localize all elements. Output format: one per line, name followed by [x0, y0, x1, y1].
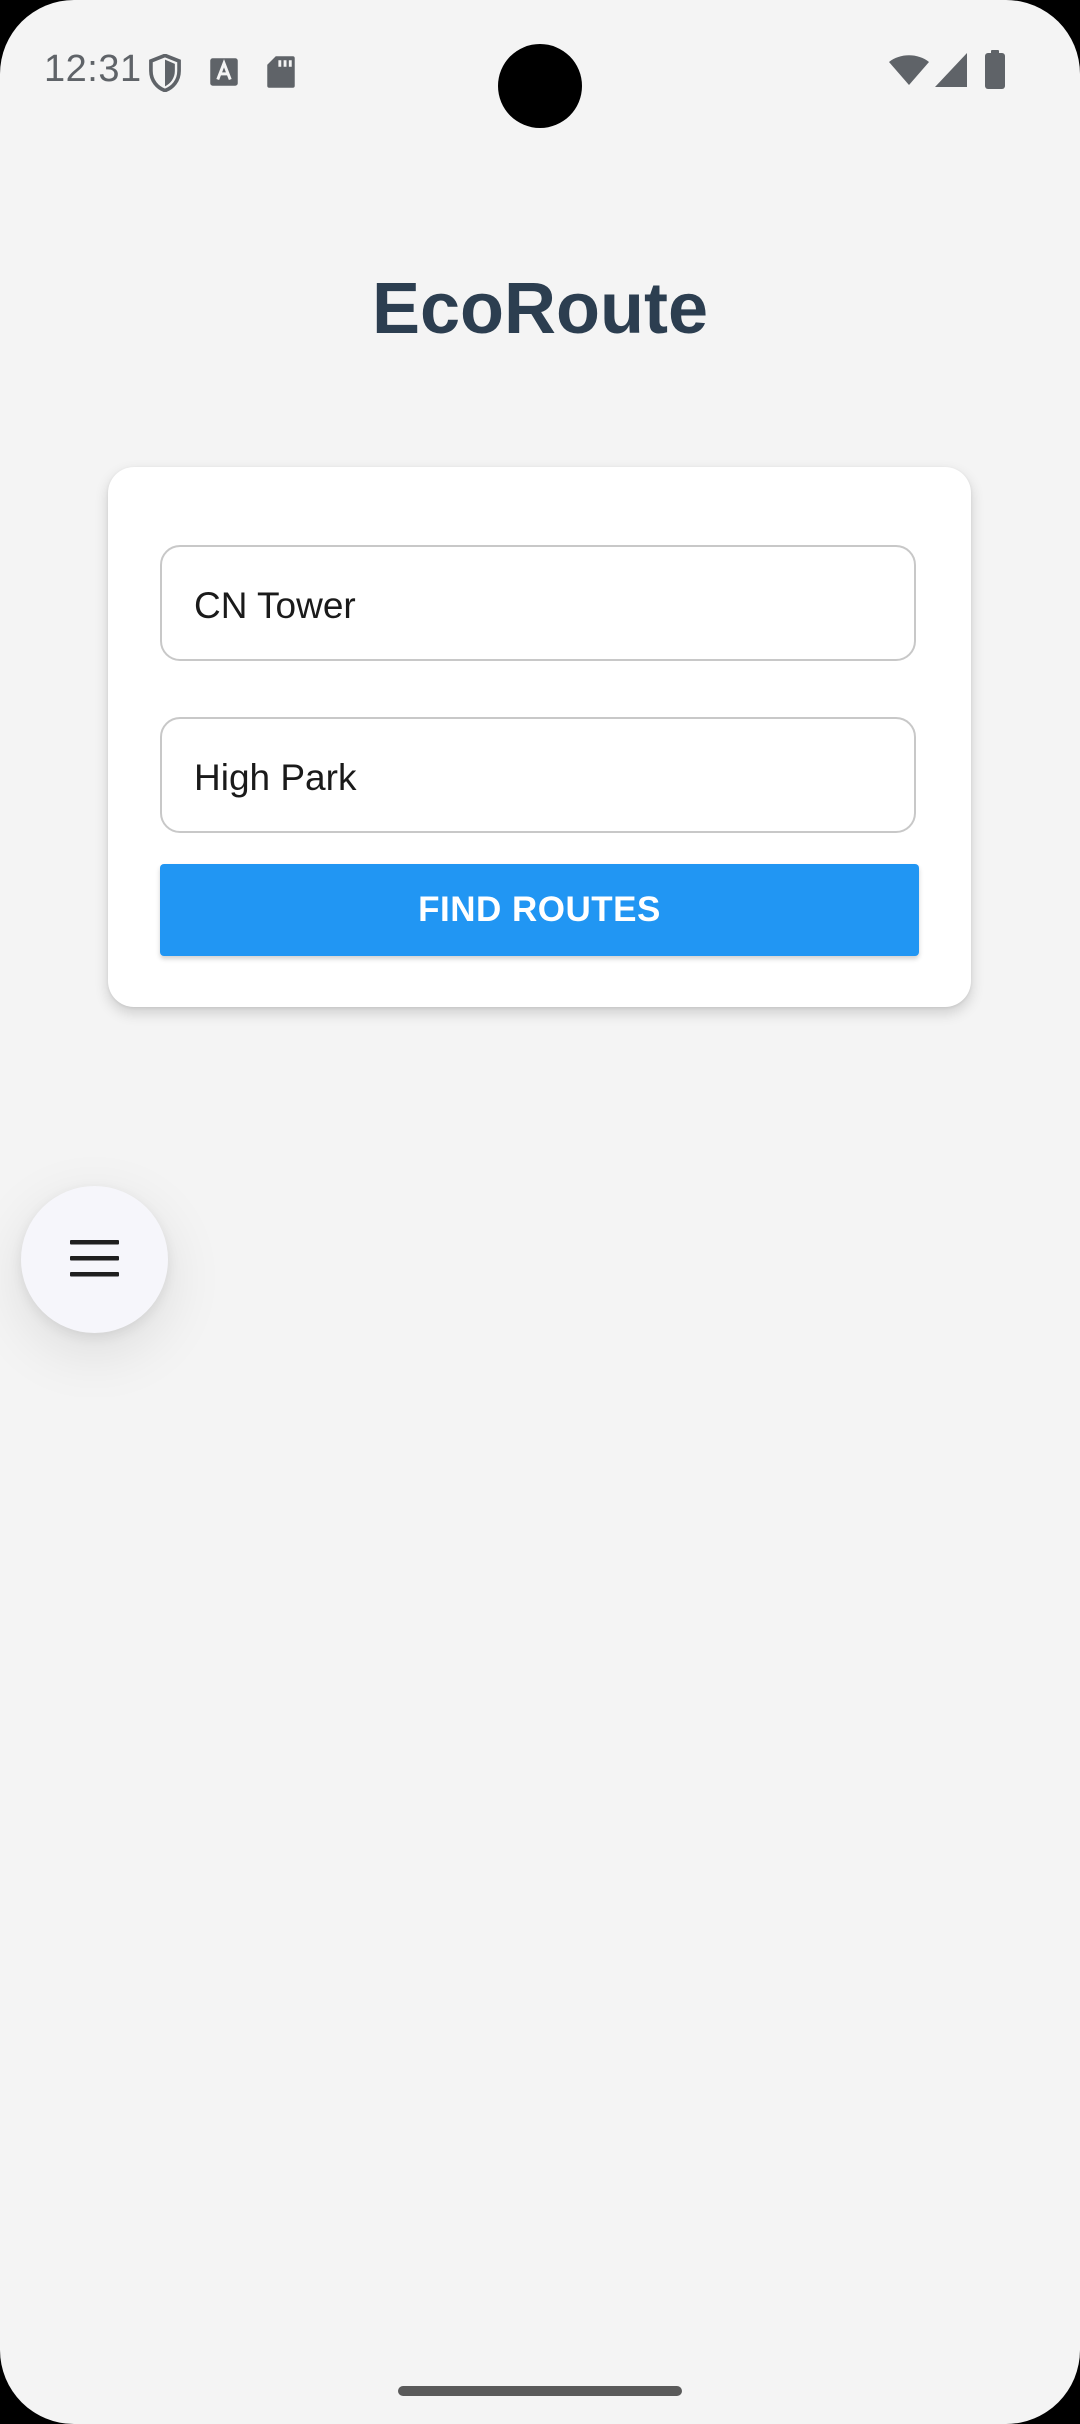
destination-input-value: High Park [194, 757, 357, 798]
hamburger-menu-icon [70, 1240, 119, 1277]
battery-icon [985, 50, 1005, 89]
home-indicator[interactable] [398, 2386, 682, 2396]
sd-card-icon [267, 56, 295, 88]
route-form-card: CN Tower High Park FIND ROUTES [108, 467, 971, 1007]
front-camera [498, 44, 582, 128]
cellular-signal-icon [935, 53, 967, 87]
shield-icon [149, 54, 181, 92]
wifi-icon [889, 55, 929, 85]
menu-fab-button[interactable] [21, 1186, 168, 1333]
text-a-icon [210, 58, 238, 86]
app-screen: 12:31 EcoRoute CN Tower High Park FIND R… [0, 0, 1080, 2424]
destination-input[interactable]: High Park [160, 717, 916, 833]
origin-input[interactable]: CN Tower [160, 545, 916, 661]
status-time: 12:31 [44, 48, 142, 90]
origin-input-value: CN Tower [194, 585, 356, 626]
find-routes-button[interactable]: FIND ROUTES [160, 864, 919, 956]
app-title: EcoRoute [371, 269, 709, 349]
status-bar: 12:31 [0, 0, 1080, 140]
